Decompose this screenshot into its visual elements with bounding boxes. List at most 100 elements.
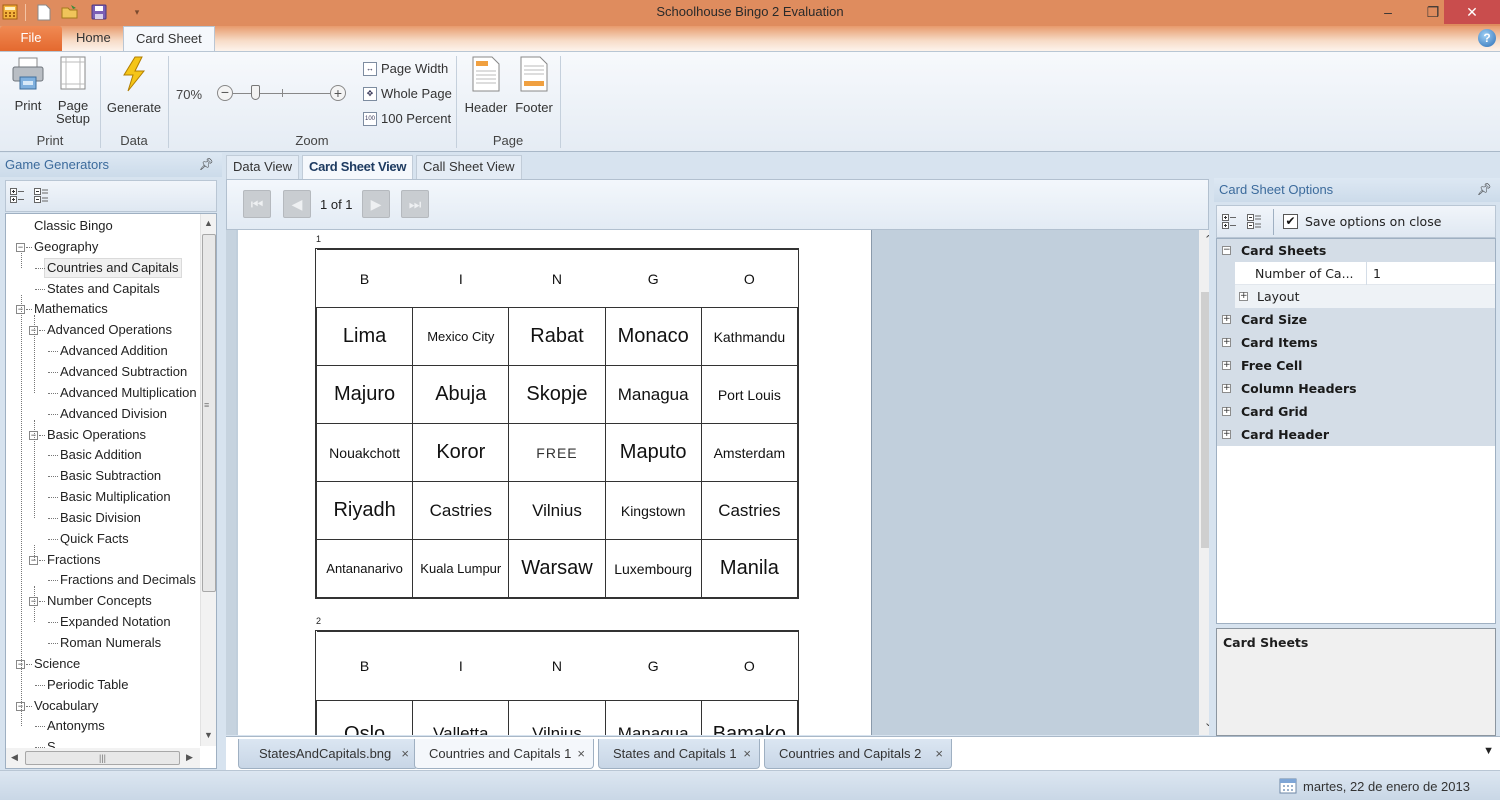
property-subcategory[interactable]: + Layout	[1235, 285, 1495, 308]
tree-node[interactable]: Basic Subtraction	[60, 466, 161, 486]
tree-node[interactable]: Advanced Subtraction	[60, 362, 187, 382]
previous-page-button[interactable]: ◀	[283, 190, 311, 218]
tree-node[interactable]: Periodic Table	[47, 675, 128, 695]
open-icon[interactable]	[60, 2, 80, 22]
tree-node[interactable]: Advanced Addition	[60, 341, 168, 361]
collapse-toggle-icon[interactable]: −	[1222, 246, 1231, 255]
tree-horizontal-scrollbar[interactable]: ◀ ||| ▶	[6, 748, 200, 768]
pin-icon[interactable]: 📌︎	[1477, 182, 1492, 196]
zoom-slider-thumb[interactable]	[250, 85, 260, 100]
scroll-down-icon[interactable]: ⌄	[1204, 716, 1209, 729]
tree-node[interactable]: Quick Facts	[60, 529, 129, 549]
next-page-button[interactable]: ▶	[362, 190, 390, 218]
scroll-left-icon[interactable]: ◀	[11, 752, 18, 763]
property-category[interactable]: − Card Sheets	[1217, 239, 1495, 262]
header-button[interactable]: Header	[462, 56, 510, 114]
property-category[interactable]: + Card Header	[1217, 423, 1495, 446]
expand-toggle-icon[interactable]: +	[1222, 407, 1231, 416]
close-tab-icon[interactable]: ×	[743, 739, 751, 769]
tree-node[interactable]: Basic Operations	[47, 425, 146, 445]
scroll-up-icon[interactable]: ⌃	[1204, 233, 1209, 246]
tree-hscroll-thumb[interactable]: |||	[25, 751, 180, 765]
document-tab[interactable]: States and Capitals 1 ×	[598, 739, 760, 769]
tree-node[interactable]: Roman Numerals	[60, 633, 161, 653]
scroll-right-icon[interactable]: ▶	[186, 752, 193, 763]
tree-node[interactable]: Fractions and Decimals	[60, 570, 196, 590]
zoom-out-button[interactable]: −	[217, 85, 233, 101]
property-category[interactable]: + Card Items	[1217, 331, 1495, 354]
tab-call-sheet-view[interactable]: Call Sheet View	[416, 155, 522, 179]
tree-node[interactable]: Geography	[34, 237, 98, 257]
close-tab-icon[interactable]: ×	[401, 739, 409, 769]
expand-toggle-icon[interactable]: +	[1222, 315, 1231, 324]
viewer-vscroll-thumb[interactable]	[1201, 292, 1209, 548]
expand-toggle-icon[interactable]: +	[1222, 338, 1231, 347]
tree-node[interactable]: Basic Addition	[60, 445, 142, 465]
tree-node[interactable]: Fractions	[47, 550, 100, 570]
app-icon[interactable]	[0, 2, 20, 22]
page-width-button[interactable]: ↔ Page Width	[363, 61, 448, 76]
document-tab[interactable]: Countries and Capitals 2 ×	[764, 739, 952, 769]
first-page-button[interactable]: ⏮	[243, 190, 271, 218]
tab-data-view[interactable]: Data View	[226, 155, 300, 179]
tree-node[interactable]: Basic Multiplication	[60, 487, 171, 507]
tree-node[interactable]: Number Concepts	[47, 591, 152, 611]
last-page-button[interactable]: ⏭	[401, 190, 429, 218]
zoom-in-button[interactable]: +	[330, 85, 346, 101]
expand-toggle-icon[interactable]: +	[1222, 430, 1231, 439]
close-button[interactable]: ✕	[1444, 0, 1500, 24]
page-setup-button[interactable]: Page Setup	[54, 56, 92, 125]
help-icon[interactable]: ?	[1478, 29, 1496, 47]
expand-all-icon[interactable]	[10, 188, 26, 204]
tree-node[interactable]: Countries and Capitals	[44, 257, 182, 278]
tab-file[interactable]: File	[0, 26, 62, 51]
property-category[interactable]: + Card Size	[1217, 308, 1495, 331]
tab-list-dropdown-icon[interactable]: ▼	[1483, 745, 1494, 757]
collapse-toggle-icon[interactable]: −	[16, 242, 25, 252]
property-row[interactable]: Number of Ca... 1	[1235, 262, 1495, 285]
tree-node[interactable]: Advanced Division	[60, 404, 167, 424]
tree-vscroll-thumb[interactable]	[202, 234, 216, 592]
viewer-vertical-scrollbar[interactable]: ⌃ ⌄	[1199, 230, 1209, 735]
tree-node[interactable]: Science	[34, 654, 80, 674]
property-category[interactable]: + Free Cell	[1217, 354, 1495, 377]
whole-page-button[interactable]: ✥ Whole Page	[363, 86, 452, 101]
scroll-down-icon[interactable]: ▼	[204, 730, 213, 740]
tree-node[interactable]: Classic Bingo	[34, 216, 113, 236]
expand-toggle-icon[interactable]: +	[1222, 361, 1231, 370]
property-value[interactable]: 1	[1373, 262, 1381, 285]
property-category[interactable]: + Card Grid	[1217, 400, 1495, 423]
minimize-button[interactable]: –	[1366, 0, 1410, 24]
new-icon[interactable]	[34, 2, 54, 22]
tree-node[interactable]: Advanced Operations	[47, 320, 172, 340]
tree-node[interactable]: Advanced Multiplication	[60, 383, 197, 403]
tree-node[interactable]: Mathematics	[34, 299, 108, 319]
expand-toggle-icon[interactable]: +	[1239, 292, 1248, 301]
footer-button[interactable]: Footer	[512, 56, 556, 114]
tree-node[interactable]: States and Capitals	[47, 279, 160, 299]
collapse-all-icon[interactable]	[34, 188, 50, 204]
save-options-checkbox[interactable]: ✔	[1283, 214, 1298, 229]
categorized-view-icon[interactable]	[1222, 214, 1238, 230]
expand-toggle-icon[interactable]: +	[1222, 384, 1231, 393]
tree-node[interactable]: Expanded Notation	[60, 612, 171, 632]
tree-node[interactable]: Vocabulary	[34, 696, 98, 716]
customize-quick-access-icon[interactable]: ▾	[127, 2, 147, 22]
tree-node[interactable]: Basic Division	[60, 508, 141, 528]
generate-button[interactable]: Generate	[104, 56, 164, 114]
close-tab-icon[interactable]: ×	[935, 739, 943, 769]
100-percent-button[interactable]: 100 100 Percent	[363, 111, 451, 126]
print-button[interactable]: Print	[8, 56, 48, 112]
tab-home[interactable]: Home	[64, 26, 123, 51]
tree-vertical-scrollbar[interactable]: ▲ ≡ ▼	[200, 214, 216, 746]
save-icon[interactable]	[89, 2, 109, 22]
scroll-up-icon[interactable]: ▲	[204, 218, 213, 228]
document-tab[interactable]: Countries and Capitals 1 ×	[414, 739, 594, 769]
alphabetical-view-icon[interactable]	[1247, 214, 1263, 230]
tab-card-sheet-view[interactable]: Card Sheet View	[302, 155, 414, 179]
close-tab-icon[interactable]: ×	[577, 739, 585, 769]
property-category[interactable]: + Column Headers	[1217, 377, 1495, 400]
pin-icon[interactable]: 📌︎	[199, 157, 214, 171]
tab-card-sheet[interactable]: Card Sheet	[123, 26, 215, 52]
tree-node[interactable]: Antonyms	[47, 716, 105, 736]
